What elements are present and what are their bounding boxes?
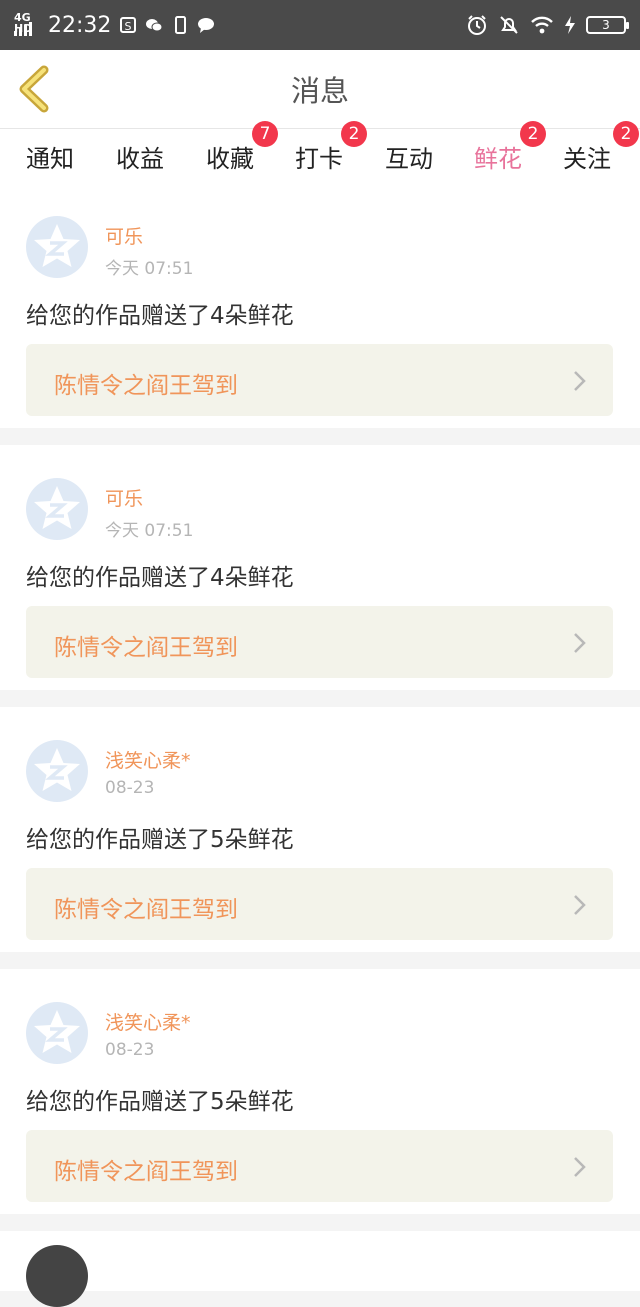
battery-indicator: 3 bbox=[586, 16, 629, 34]
tab-label: 收益 bbox=[116, 145, 164, 173]
tab-label: 收藏 bbox=[206, 145, 254, 173]
mute-bell-icon bbox=[500, 16, 518, 34]
unread-badge: 2 bbox=[613, 121, 639, 147]
chat-bubble-icon bbox=[198, 18, 215, 33]
timestamp: 08-23 bbox=[105, 1040, 155, 1060]
chevron-right-icon bbox=[574, 1157, 586, 1177]
message-card-partial bbox=[0, 1231, 640, 1307]
signal-icon: 4G HD bbox=[14, 12, 40, 38]
tab-checkin[interactable]: 打卡 2 bbox=[295, 121, 367, 174]
message-card: 可乐 今天 07:51 给您的作品赠送了4朵鲜花 陈情令之阎王驾到 bbox=[0, 183, 640, 428]
navigation-bar: 消息 bbox=[0, 50, 640, 128]
message-card: 浅笑心柔* 08-23 给您的作品赠送了5朵鲜花 陈情令之阎王驾到 bbox=[0, 969, 640, 1214]
default-avatar-icon bbox=[34, 486, 80, 529]
default-avatar-icon bbox=[34, 748, 80, 791]
work-link[interactable]: 陈情令之阎王驾到 bbox=[26, 606, 613, 678]
unread-badge: 7 bbox=[252, 121, 278, 147]
tab-label: 打卡 bbox=[295, 145, 343, 173]
work-title: 陈情令之阎王驾到 bbox=[54, 1159, 238, 1185]
tab-label: 鲜花 bbox=[474, 145, 522, 173]
svg-text:S: S bbox=[125, 20, 132, 33]
username[interactable]: 可乐 bbox=[105, 222, 143, 249]
avatar[interactable] bbox=[26, 740, 88, 802]
phone-icon bbox=[175, 16, 187, 34]
avatar[interactable] bbox=[26, 478, 88, 540]
default-avatar-icon bbox=[34, 1010, 80, 1053]
tab-earnings[interactable]: 收益 bbox=[116, 139, 164, 174]
unread-badge: 2 bbox=[341, 121, 367, 147]
tab-follows[interactable]: 关注 2 bbox=[563, 121, 639, 174]
message-card: 浅笑心柔* 08-23 给您的作品赠送了5朵鲜花 陈情令之阎王驾到 bbox=[0, 707, 640, 952]
chevron-right-icon bbox=[574, 895, 586, 915]
tab-label: 互动 bbox=[385, 145, 433, 173]
work-title: 陈情令之阎王驾到 bbox=[54, 635, 238, 661]
alarm-icon bbox=[468, 15, 486, 35]
message-card: 可乐 今天 07:51 给您的作品赠送了4朵鲜花 陈情令之阎王驾到 bbox=[0, 445, 640, 690]
username[interactable]: 浅笑心柔* bbox=[105, 746, 191, 773]
page-title: 消息 bbox=[290, 74, 349, 108]
notification-app-icon: S bbox=[120, 17, 137, 33]
tab-interactions[interactable]: 互动 bbox=[385, 139, 433, 174]
tab-notifications[interactable]: 通知 bbox=[26, 139, 74, 174]
message-list: 可乐 今天 07:51 给您的作品赠送了4朵鲜花 陈情令之阎王驾到 可乐 今天 … bbox=[0, 183, 640, 1307]
tab-label: 关注 bbox=[563, 145, 611, 173]
wechat-icon bbox=[146, 19, 163, 32]
work-link[interactable]: 陈情令之阎王驾到 bbox=[26, 344, 613, 416]
tab-label: 通知 bbox=[26, 145, 74, 173]
avatar[interactable] bbox=[26, 1245, 88, 1307]
back-arrow-icon[interactable] bbox=[14, 64, 54, 114]
chevron-right-icon bbox=[574, 371, 586, 391]
wifi-icon bbox=[531, 16, 553, 34]
message-text: 给您的作品赠送了5朵鲜花 bbox=[26, 1089, 294, 1115]
username[interactable]: 浅笑心柔* bbox=[105, 1008, 191, 1035]
tab-bar: 通知 收益 收藏 7 打卡 2 互动 鲜花 2 关注 2 bbox=[0, 121, 640, 188]
status-bar: 4G HD 22:32 S 3 bbox=[0, 0, 640, 50]
tab-flowers[interactable]: 鲜花 2 bbox=[474, 121, 546, 188]
chevron-right-icon bbox=[574, 633, 586, 653]
avatar[interactable] bbox=[26, 1002, 88, 1064]
message-text: 给您的作品赠送了4朵鲜花 bbox=[26, 565, 294, 591]
username[interactable]: 可乐 bbox=[105, 484, 143, 511]
unread-badge: 2 bbox=[520, 121, 546, 147]
work-link[interactable]: 陈情令之阎王驾到 bbox=[26, 868, 613, 940]
work-title: 陈情令之阎王驾到 bbox=[54, 373, 238, 399]
tab-favorites[interactable]: 收藏 7 bbox=[206, 121, 278, 174]
timestamp: 08-23 bbox=[105, 778, 155, 798]
timestamp: 今天 07:51 bbox=[105, 259, 194, 279]
message-text: 给您的作品赠送了4朵鲜花 bbox=[26, 303, 294, 329]
message-text: 给您的作品赠送了5朵鲜花 bbox=[26, 827, 294, 853]
work-link[interactable]: 陈情令之阎王驾到 bbox=[26, 1130, 613, 1202]
timestamp: 今天 07:51 bbox=[105, 521, 194, 541]
avatar[interactable] bbox=[26, 216, 88, 278]
clock: 22:32 bbox=[48, 12, 112, 38]
charging-icon bbox=[565, 16, 575, 34]
default-avatar-icon bbox=[34, 224, 80, 267]
work-title: 陈情令之阎王驾到 bbox=[54, 897, 238, 923]
